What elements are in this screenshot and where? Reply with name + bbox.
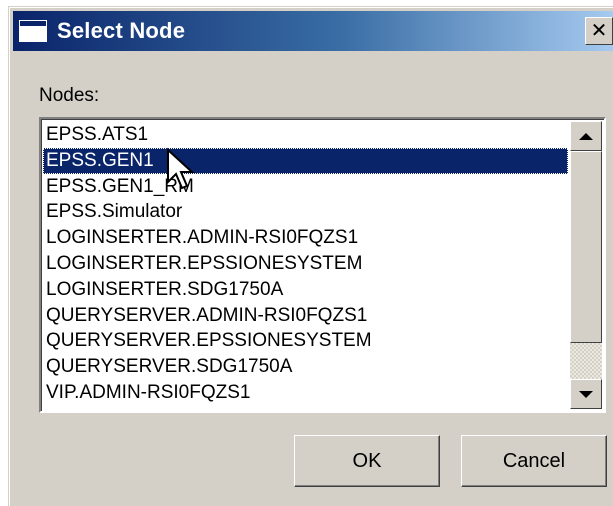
close-icon: ✕ [590, 20, 608, 42]
list-item[interactable]: QUERYSERVER.ADMIN-RSI0FQZS1 [43, 303, 568, 329]
list-item[interactable]: EPSS.GEN1_RM [43, 174, 568, 200]
mouse-pointer-icon [167, 148, 195, 190]
list-item[interactable]: EPSS.Simulator [43, 199, 568, 225]
list-item[interactable]: EPSS.GEN1 [43, 147, 568, 174]
list-item[interactable]: QUERYSERVER.SDG1750A [43, 354, 568, 380]
ok-button[interactable]: OK [294, 435, 440, 487]
list-item[interactable]: VIP.ADMIN-RSI0FQZS1 [43, 380, 568, 406]
arrow-up-icon [579, 132, 593, 140]
cancel-button-label: Cancel [502, 449, 566, 472]
title-bar[interactable]: Select Node ✕ [13, 11, 613, 51]
ok-button-label: OK [352, 449, 382, 472]
nodes-listbox[interactable]: EPSS.ATS1 EPSS.GEN1 EPSS.GEN1_RM EPSS.Simul… [39, 117, 606, 413]
nodes-list: EPSS.ATS1 EPSS.GEN1 EPSS.GEN1_RM EPSS.Simul… [43, 122, 568, 406]
list-item[interactable]: QUERYSERVER.EPSSIONESYSTEM [43, 328, 568, 354]
list-item[interactable]: EPSS.ATS1 [43, 122, 568, 148]
vertical-scrollbar[interactable] [570, 121, 602, 409]
cancel-button[interactable]: Cancel [461, 435, 607, 487]
scroll-up-button[interactable] [570, 121, 602, 151]
list-item[interactable]: LOGINSERTER.ADMIN-RSI0FQZS1 [43, 225, 568, 251]
nodes-label: Nodes: [39, 85, 100, 106]
select-node-dialog: Select Node ✕ Nodes: EPSS.ATS1 EPSS.GEN1 E… [8, 6, 613, 506]
dialog-title: Select Node [57, 18, 186, 43]
scroll-down-button[interactable] [570, 379, 602, 409]
list-item[interactable]: LOGINSERTER.SDG1750A [43, 277, 568, 303]
window-icon [19, 20, 47, 42]
arrow-down-icon [579, 390, 593, 398]
scroll-thumb[interactable] [570, 151, 602, 343]
close-button[interactable]: ✕ [585, 17, 613, 45]
list-item[interactable]: LOGINSERTER.EPSSIONESYSTEM [43, 251, 568, 277]
